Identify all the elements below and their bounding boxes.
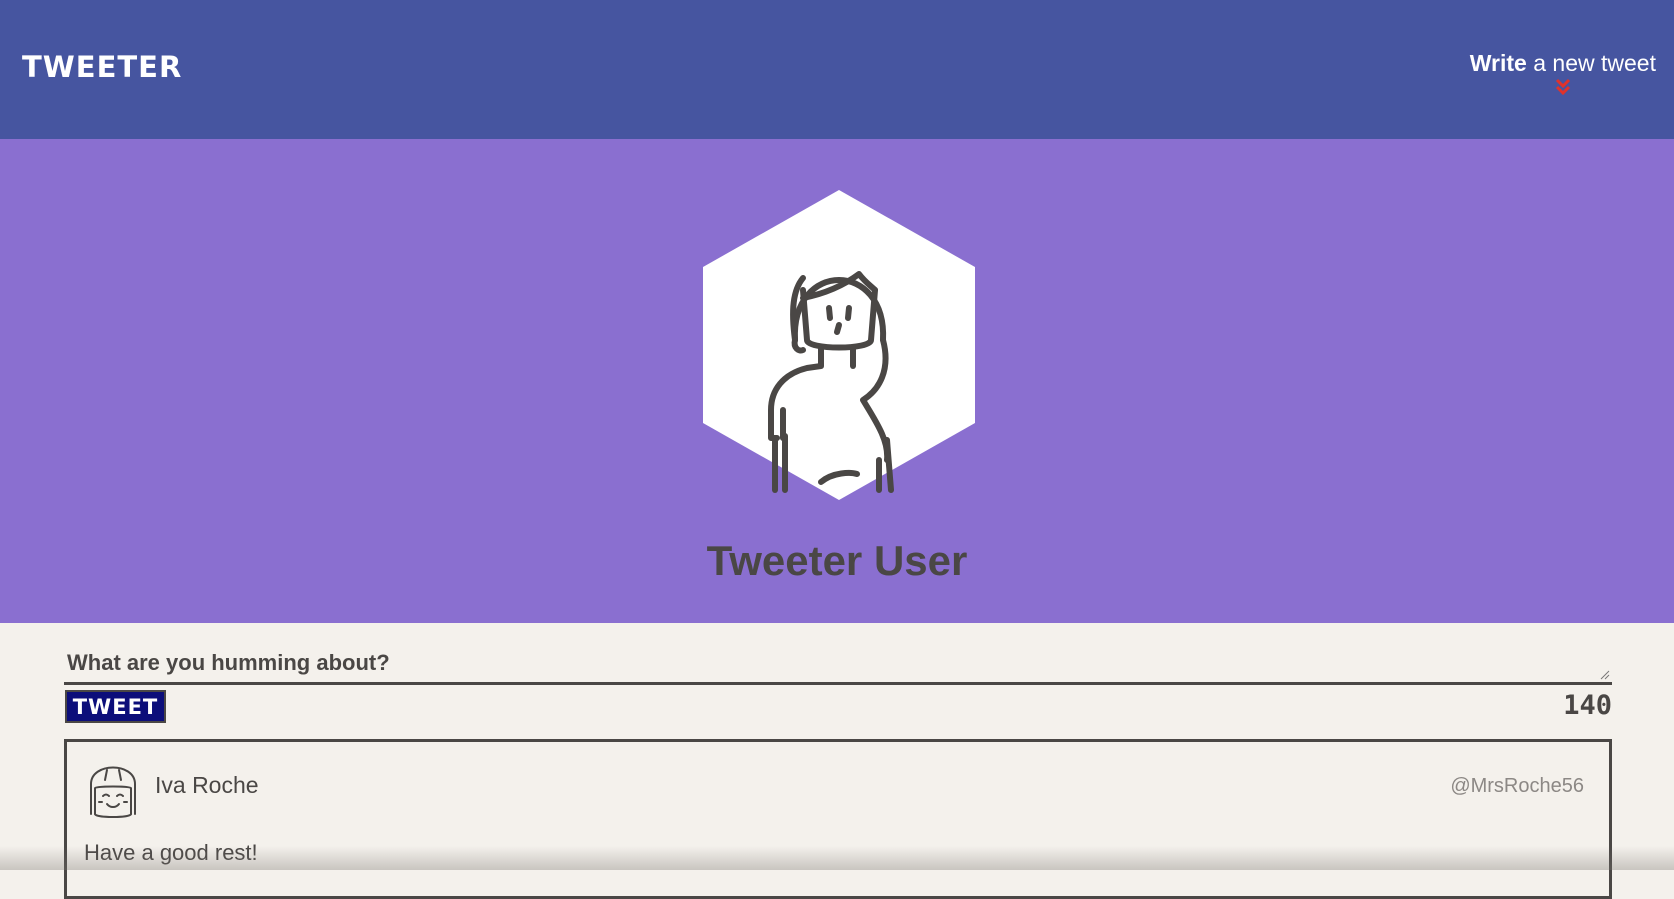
- character-counter: 140: [1563, 690, 1612, 721]
- tweet-author-handle: @MrsRoche56: [1450, 775, 1584, 797]
- tweet-submit-button[interactable]: TWEET: [65, 690, 166, 723]
- compose-toggle-label: Write a new tweet: [1469, 50, 1656, 76]
- tweet-author-name: Iva Roche: [155, 772, 259, 798]
- double-chevron-down-icon[interactable]: [1553, 77, 1573, 97]
- bottom-shadow: [0, 846, 1674, 870]
- write-new-tweet-toggle[interactable]: Write a new tweet: [1470, 50, 1656, 97]
- woman-avatar-icon: [703, 190, 975, 500]
- tweet-composer: [64, 646, 1612, 690]
- resize-handle-icon[interactable]: [1600, 670, 1610, 680]
- profile-name: Tweeter User: [706, 537, 968, 584]
- brand-logo[interactable]: TWEETER: [22, 50, 182, 84]
- girl-avatar-icon: [90, 766, 136, 818]
- tweet-card: Iva Roche @MrsRoche56 Have a good rest!: [64, 739, 1612, 899]
- top-nav: TWEETER Write a new tweet: [0, 0, 1674, 139]
- tweet-text-input[interactable]: [67, 646, 1587, 690]
